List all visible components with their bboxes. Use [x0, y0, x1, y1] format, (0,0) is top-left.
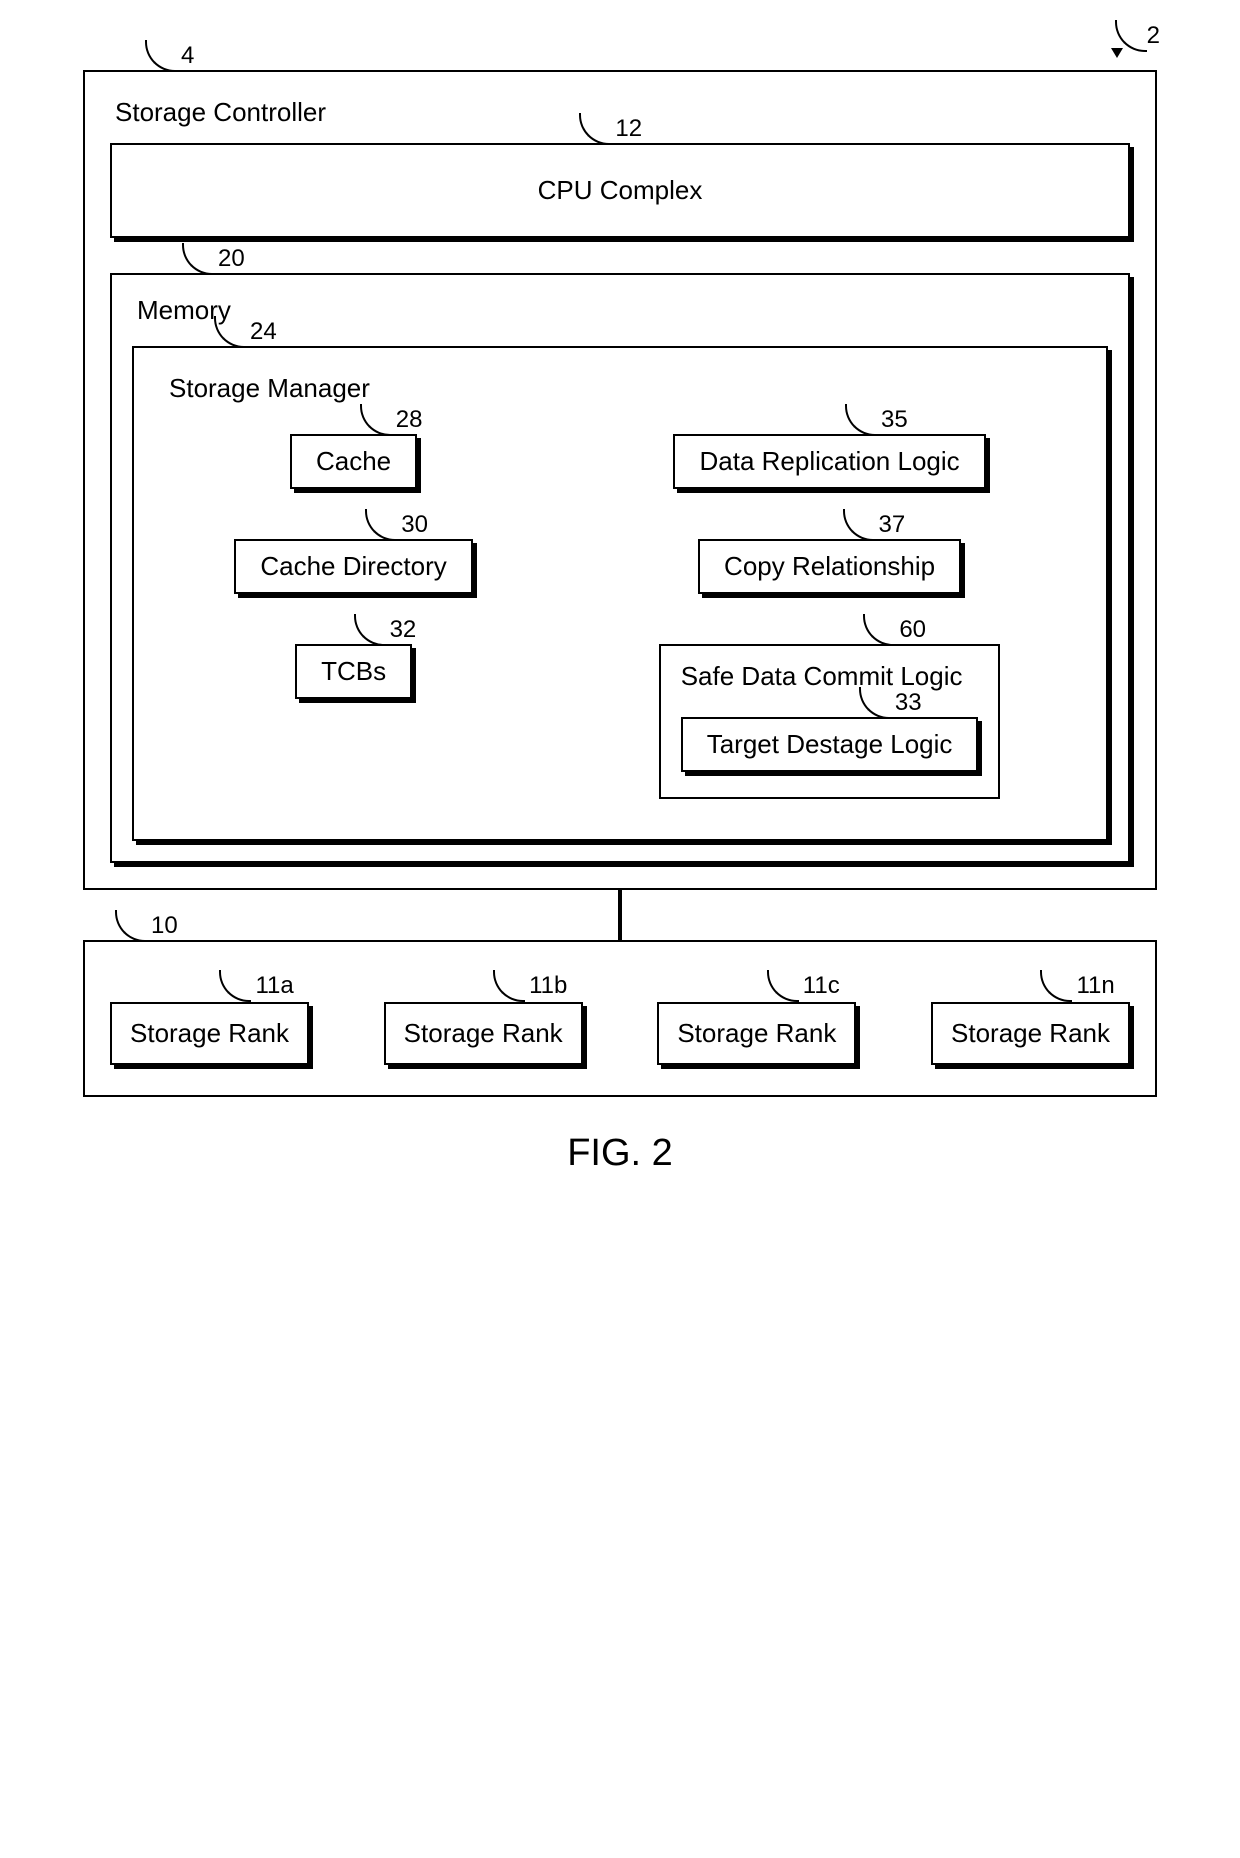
ref-2: 2: [1115, 20, 1160, 52]
ref-35-text: 35: [881, 406, 908, 434]
copy-relationship-box: 37 Copy Relationship: [698, 539, 961, 594]
ref-20: 20: [182, 243, 245, 275]
ref-4-text: 4: [181, 42, 194, 70]
safe-data-commit-box: 60 Safe Data Commit Logic 33 Target Dest…: [659, 644, 1001, 799]
target-destage-box: 33 Target Destage Logic: [681, 717, 979, 772]
safe-data-commit-text: Safe Data Commit Logic: [681, 661, 979, 692]
cache-directory-text: Cache Directory: [260, 551, 446, 581]
cache-directory-box: 30 Cache Directory: [234, 539, 472, 594]
data-replication-box: 35 Data Replication Logic: [673, 434, 985, 489]
storage-rank-box-a: Storage Rank: [110, 1002, 309, 1065]
cache-box: 28 Cache: [290, 434, 417, 489]
ref-32: 32: [354, 614, 417, 646]
ref-28-text: 28: [396, 406, 423, 434]
ref-33: 33: [859, 687, 922, 719]
ref-10: 10: [115, 910, 178, 942]
ref-24: 24: [214, 316, 277, 348]
ref-11c-text: 11c: [803, 972, 840, 1000]
ref-10-text: 10: [151, 912, 178, 940]
storage-rank-box-b: Storage Rank: [384, 1002, 583, 1065]
storage-controller-box: 4 Storage Controller 12 CPU Complex 20 M…: [83, 70, 1157, 890]
storage-rank-box-n: Storage Rank: [931, 1002, 1130, 1065]
storage-rank-text-b: Storage Rank: [404, 1018, 563, 1048]
storage-rank-box-c: Storage Rank: [657, 1002, 856, 1065]
tcbs-box: 32 TCBs: [295, 644, 412, 699]
ref-12-text: 12: [615, 115, 642, 143]
memory-title: Memory: [137, 295, 1108, 326]
ref-11b-text: 11b: [529, 972, 567, 1000]
ref-24-text: 24: [250, 318, 277, 346]
ref-37: 37: [843, 509, 906, 541]
ref-11a-text: 11a: [255, 972, 293, 1000]
cpu-complex-box: 12 CPU Complex: [110, 143, 1130, 238]
ref-11n-text: 11n: [1076, 972, 1114, 1000]
ref-60-text: 60: [899, 616, 926, 644]
ref-32-text: 32: [390, 616, 417, 644]
target-destage-text: Target Destage Logic: [707, 729, 953, 759]
ref-37-text: 37: [879, 511, 906, 539]
ref-11n: 11n: [1040, 970, 1114, 1002]
cpu-complex-text: CPU Complex: [538, 175, 703, 205]
storage-rank-text-a: Storage Rank: [130, 1018, 289, 1048]
storage-manager-title: Storage Manager: [169, 373, 1076, 404]
ref-30-text: 30: [401, 511, 428, 539]
ref-20-text: 20: [218, 245, 245, 273]
ref-11a: 11a: [219, 970, 293, 1002]
ref-33-text: 33: [895, 689, 922, 717]
ref-35: 35: [845, 404, 908, 436]
ref-60: 60: [863, 614, 926, 646]
ref-11b: 11b: [493, 970, 567, 1002]
storage-manager-box: 24 Storage Manager 28 Cache: [132, 346, 1108, 841]
storage-array-box: 10 11a Storage Rank 11b Storage Rank 1: [83, 940, 1157, 1097]
ref-2-text: 2: [1147, 22, 1160, 50]
connector-line: [618, 890, 622, 940]
copy-relationship-text: Copy Relationship: [724, 551, 935, 581]
ref-28: 28: [360, 404, 423, 436]
data-replication-text: Data Replication Logic: [699, 446, 959, 476]
memory-box: 20 Memory 24 Storage Manager 28 Cache: [110, 273, 1130, 863]
tcbs-text: TCBs: [321, 656, 386, 686]
ref-30: 30: [365, 509, 428, 541]
cache-text: Cache: [316, 446, 391, 476]
storage-rank-text-c: Storage Rank: [677, 1018, 836, 1048]
figure-label: FIG. 2: [50, 1132, 1190, 1175]
ref-12: 12: [579, 113, 642, 145]
storage-rank-text-n: Storage Rank: [951, 1018, 1110, 1048]
ref-4: 4: [145, 40, 194, 72]
ref-11c: 11c: [767, 970, 840, 1002]
